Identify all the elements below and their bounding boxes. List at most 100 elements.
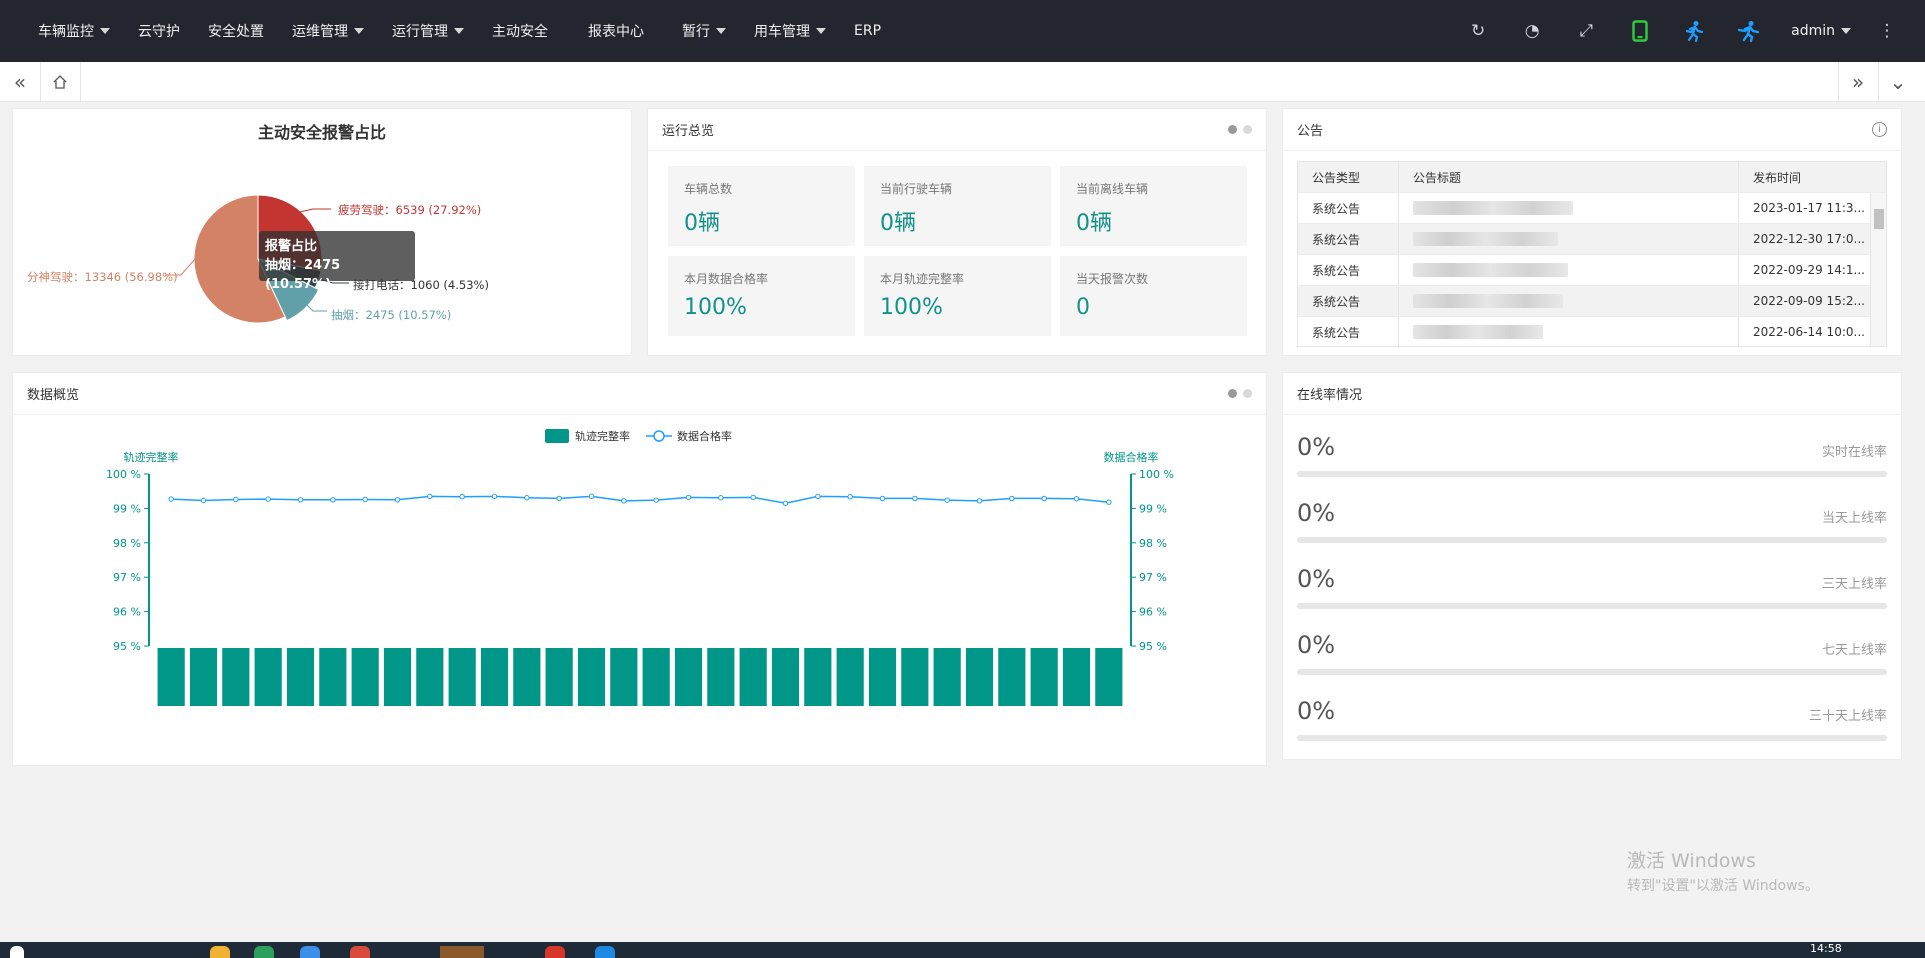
chevron-down-icon: [454, 28, 464, 34]
scrollbar-thumb[interactable]: [1874, 209, 1884, 229]
online-row-30day: 0% 三十天上线率: [1297, 697, 1887, 753]
scroll-left-icon[interactable]: «: [0, 62, 40, 102]
stat-offline-vehicles: 当前离线车辆 0辆: [1060, 166, 1247, 246]
point-data-quality: [556, 495, 562, 502]
bar-track-integrity: [545, 648, 573, 706]
runner-icon[interactable]: [1667, 0, 1721, 62]
line-data-quality: [171, 495, 1109, 505]
point-data-quality: [912, 495, 918, 502]
online-row-7day: 0% 七天上线率: [1297, 631, 1887, 687]
info-icon[interactable]: i: [1872, 122, 1887, 137]
bar-track-integrity: [1062, 648, 1091, 706]
divider: [80, 62, 81, 102]
legend-marker-quality: [653, 430, 665, 442]
nav-item-safety-handling[interactable]: 安全处置: [194, 0, 278, 62]
y-tick-label-right: 99 %: [1139, 502, 1167, 515]
chevron-down-icon: [716, 28, 726, 34]
bar-track-integrity: [998, 648, 1026, 706]
browser-icon[interactable]: [300, 946, 320, 958]
table-row[interactable]: 系统公告 2022-09-29 14:1...: [1298, 255, 1886, 286]
point-data-quality: [427, 493, 433, 500]
progress-bar: [1297, 603, 1887, 609]
table-row[interactable]: 系统公告 2022-12-30 17:0...: [1298, 224, 1886, 255]
bar-track-integrity: [383, 648, 412, 706]
carousel-dot[interactable]: [1243, 389, 1252, 398]
y-tick-label-left: 95 %: [113, 640, 141, 653]
bar-track-integrity: [448, 648, 476, 706]
online-rate-card: 在线率情况 0% 实时在线率 0% 当天上线率 0% 三天上线率 0% 七天上线…: [1282, 372, 1902, 760]
carousel-dot[interactable]: [1228, 125, 1237, 134]
nav-item-vehicle-use[interactable]: 用车管理: [740, 0, 840, 62]
app-icon[interactable]: [595, 946, 615, 958]
bar-track-integrity: [771, 648, 800, 706]
y-axis-left-name: 轨迹完整率: [124, 450, 179, 464]
refresh-icon[interactable]: ↻: [1451, 0, 1505, 62]
mobile-icon[interactable]: [1613, 0, 1667, 62]
nav-item-interim[interactable]: 暂行: [658, 0, 740, 62]
nav-item-operation-manage[interactable]: 运行管理: [378, 0, 478, 62]
point-data-quality: [653, 497, 659, 503]
more-vertical-icon[interactable]: ⋮: [1867, 0, 1907, 62]
overview-title: 运行总览: [662, 124, 715, 139]
y-tick-label-right: 96 %: [1139, 606, 1167, 619]
chevron-down-icon: [100, 28, 110, 34]
data-overview-chart: 轨迹完整率 数据合格率轨迹完整率 数据合格率95 % 95 %96 % 96 %97 %…: [106, 429, 1174, 706]
table-row[interactable]: 系统公告 2023-01-17 11:3...: [1298, 193, 1886, 224]
point-data-quality: [879, 495, 886, 502]
wechat-icon[interactable]: [440, 946, 484, 958]
table-row[interactable]: 系统公告 2022-06-14 10:0...: [1298, 317, 1886, 346]
nav-item-active-safety[interactable]: 主动安全: [478, 0, 562, 62]
data-overview-title: 数据概览: [27, 388, 80, 403]
chevron-down-icon[interactable]: ⌄: [1878, 62, 1918, 102]
fullscreen-icon[interactable]: ⤢: [1559, 0, 1613, 62]
point-data-quality: [394, 497, 401, 503]
bar-track-integrity: [416, 648, 444, 706]
carousel-dots: [1228, 125, 1252, 134]
point-data-quality: [1041, 495, 1047, 502]
nav-item-erp[interactable]: ERP: [840, 0, 895, 62]
point-data-quality: [944, 497, 950, 503]
bar-track-integrity: [319, 648, 347, 706]
carousel-dot[interactable]: [1243, 125, 1252, 134]
app-icon[interactable]: [350, 946, 370, 958]
runner-alt-icon[interactable]: [1721, 0, 1775, 62]
windows-start-icon[interactable]: [10, 946, 24, 958]
y-tick-label-right: 100 %: [1139, 468, 1174, 481]
progress-bar: [1297, 669, 1887, 675]
nav-menu: 车辆监控 云守护 安全处置 运维管理 运行管理 主动安全 报表中心 暂行 用车管…: [24, 0, 895, 62]
legend-swatch-track: [545, 429, 569, 443]
carousel-dots: [1228, 389, 1252, 398]
point-data-quality: [685, 494, 692, 501]
bar-track-integrity: [1095, 648, 1123, 706]
scroll-right-icon[interactable]: »: [1838, 62, 1878, 102]
bar-track-integrity: [674, 648, 703, 706]
bar-track-integrity: [254, 648, 282, 706]
notice-title: 公告: [1297, 124, 1324, 139]
bar-track-integrity: [577, 648, 606, 706]
nav-item-cloud-guard[interactable]: 云守护: [124, 0, 194, 62]
dashboard-icon[interactable]: ◔: [1505, 0, 1559, 62]
point-data-quality: [1106, 499, 1112, 505]
bar-track-integrity: [351, 648, 379, 706]
user-menu[interactable]: admin: [1775, 0, 1867, 62]
nav-item-ops-maintenance[interactable]: 运维管理: [278, 0, 378, 62]
notice-header: 公告 i: [1283, 109, 1901, 151]
home-icon[interactable]: [40, 62, 80, 102]
stat-total-vehicles: 车辆总数 0辆: [668, 166, 855, 246]
legend-label-track: 轨迹完整率: [575, 429, 630, 443]
point-data-quality: [588, 493, 595, 500]
table-scrollbar[interactable]: [1870, 193, 1886, 346]
point-data-quality: [330, 497, 336, 503]
stat-track-integrity: 本月轨迹完整率 100%: [864, 256, 1051, 336]
y-tick-label-left: 100 %: [106, 468, 141, 481]
nav-item-report-center[interactable]: 报表中心: [562, 0, 658, 62]
redacted-title: [1413, 325, 1543, 339]
folder-icon[interactable]: [210, 946, 230, 958]
carousel-dot[interactable]: [1228, 389, 1237, 398]
point-data-quality: [976, 498, 983, 504]
edge-icon[interactable]: [254, 946, 274, 958]
table-row[interactable]: 系统公告 2022-09-09 15:2...: [1298, 286, 1886, 317]
app-icon[interactable]: [545, 946, 565, 958]
nav-item-vehicle-monitor[interactable]: 车辆监控: [24, 0, 124, 62]
windows-taskbar: 14:58: [0, 942, 1925, 958]
